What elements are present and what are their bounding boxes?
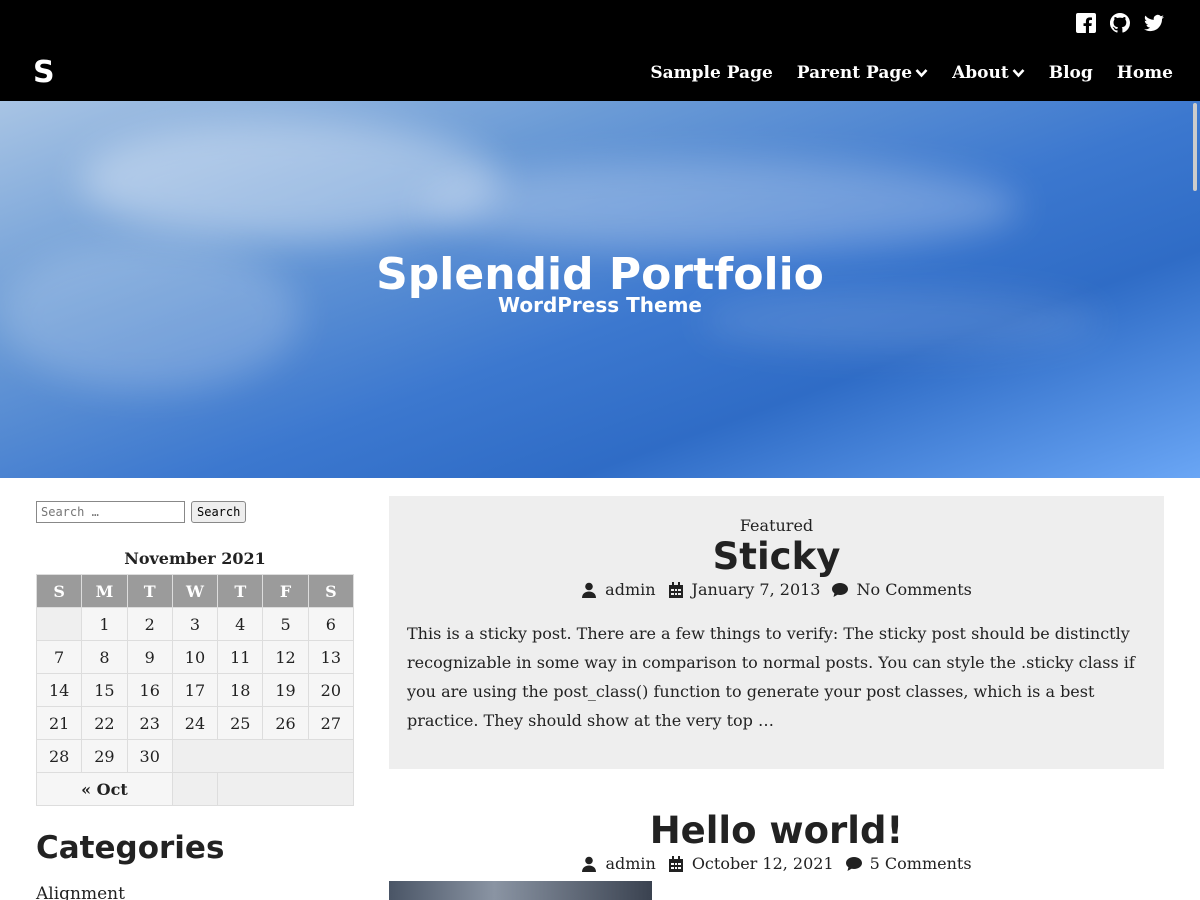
chevron-down-icon[interactable] (1012, 68, 1025, 78)
calendar-weekday: M (81, 574, 128, 608)
site-logo[interactable]: S (33, 55, 55, 91)
post-comments-link[interactable]: No Comments (856, 580, 971, 599)
github-icon[interactable] (1110, 12, 1130, 34)
post-date-link[interactable]: October 12, 2021 (692, 854, 834, 873)
calendar-weekday: S (307, 574, 355, 608)
post-author-link[interactable]: admin (605, 580, 655, 599)
calendar-day: 3 (171, 607, 219, 641)
post-thumbnail-image[interactable] (389, 881, 652, 900)
calendar-day: 16 (126, 673, 173, 707)
calendar-table: SMTWTFS 1 2 3 4 5 6 7 8 9 10 11 12 13 14 15 16 17 18 19 20 2… (35, 574, 355, 806)
calendar-weekday: F (262, 574, 309, 608)
nav-item-about[interactable]: About (952, 60, 1025, 86)
post-date-link[interactable]: January 7, 2013 (692, 580, 821, 599)
calendar-next-month-placeholder (217, 772, 354, 806)
calendar-day: 10 (171, 640, 219, 674)
calendar-icon (668, 855, 684, 872)
calendar-weekday: S (35, 574, 83, 608)
calendar-day: 13 (307, 640, 355, 674)
calendar-day: 11 (217, 640, 264, 674)
post-excerpt: This is a sticky post. There are a few t… (407, 624, 1135, 730)
post-comments-link[interactable]: 5 Comments (870, 854, 972, 873)
post-title[interactable]: Hello world! (389, 809, 1164, 853)
calendar-empty-cell (171, 772, 219, 806)
comment-icon (832, 582, 849, 598)
calendar-day: 22 (81, 706, 128, 740)
nav-label: Blog (1048, 63, 1093, 83)
calendar-day: 9 (126, 640, 173, 674)
calendar-weekday: W (171, 574, 219, 608)
calendar-week-row: 14 15 16 17 18 19 20 (35, 673, 355, 707)
calendar-day: 6 (307, 607, 355, 641)
nav-item-sample-page[interactable]: Sample Page (650, 60, 772, 86)
calendar-weekday: T (126, 574, 173, 608)
calendar-day: 18 (217, 673, 264, 707)
calendar-day: 28 (35, 739, 83, 773)
calendar-day: 20 (307, 673, 355, 707)
calendar-week-row: 7 8 9 10 11 12 13 (35, 640, 355, 674)
calendar-day: 27 (307, 706, 355, 740)
calendar-day: 8 (81, 640, 128, 674)
calendar-prev-month-link[interactable]: « Oct (36, 772, 173, 806)
comment-icon (845, 856, 862, 872)
social-links (1076, 12, 1164, 34)
calendar-day: 17 (171, 673, 219, 707)
facebook-icon[interactable] (1076, 12, 1096, 34)
featured-label: Featured (739, 516, 814, 535)
calendar-empty-cell (35, 607, 83, 641)
nav-item-blog[interactable]: Blog (1049, 60, 1093, 86)
calendar-day: 2 (126, 607, 173, 641)
calendar-day: 19 (262, 673, 309, 707)
sticky-post: Featured Sticky admin January 7, 2013 No… (389, 496, 1164, 769)
calendar-week-row: 123456 (35, 607, 355, 641)
category-link[interactable]: Alignment (36, 884, 125, 900)
calendar-icon (668, 581, 684, 598)
calendar-day: 12 (262, 640, 309, 674)
calendar-day: 26 (262, 706, 309, 740)
calendar-day: 4 (217, 607, 264, 641)
calendar-day: 7 (35, 640, 83, 674)
search-input[interactable] (36, 501, 185, 523)
calendar-week-row: 28 29 30 (35, 739, 355, 773)
calendar-day: 15 (81, 673, 128, 707)
nav-label: About (952, 63, 1009, 83)
calendar-day: 29 (81, 739, 128, 773)
post-title[interactable]: Sticky (389, 535, 1164, 579)
calendar-weekday: T (217, 574, 264, 608)
site-header: S Sample Page Parent Page About Blog Hom… (0, 0, 1200, 101)
post-meta: admin January 7, 2013 No Comments (389, 580, 1164, 599)
calendar-empty-cell (171, 739, 355, 773)
nav-item-parent-page[interactable]: Parent Page (797, 60, 928, 86)
chevron-down-icon[interactable] (915, 68, 928, 78)
user-icon (581, 582, 597, 598)
calendar-week-row: 21 22 23 24 25 26 27 (35, 706, 355, 740)
nav-label: Sample Page (650, 63, 773, 83)
twitter-icon[interactable] (1144, 12, 1164, 34)
calendar-caption: November 2021 (124, 549, 266, 568)
post-meta: admin October 12, 2021 5 Comments (389, 854, 1164, 873)
calendar-day: 24 (171, 706, 219, 740)
main-navigation: Sample Page Parent Page About Blog Home (650, 60, 1173, 86)
scrollbar[interactable] (1193, 103, 1197, 191)
calendar-day: 5 (262, 607, 309, 641)
nav-label: Parent Page (796, 63, 913, 83)
nav-item-home[interactable]: Home (1117, 60, 1173, 86)
search-button[interactable]: Search (191, 501, 247, 523)
site-tagline: WordPress Theme (498, 293, 702, 317)
calendar-day: 30 (126, 739, 173, 773)
calendar-day: 25 (217, 706, 264, 740)
nav-label: Home (1116, 63, 1173, 83)
search-form: Search (36, 501, 247, 523)
calendar-day: 14 (35, 673, 83, 707)
post-author-link[interactable]: admin (605, 854, 655, 873)
calendar-day: 21 (35, 706, 83, 740)
calendar-day: 23 (126, 706, 173, 740)
user-icon (581, 856, 597, 872)
calendar-day: 1 (81, 607, 128, 641)
categories-heading: Categories (36, 830, 225, 866)
calendar-widget: November 2021 SMTWTFS 1 2 3 4 5 6 7 8 9 10 11 12 13 1… (35, 548, 355, 806)
